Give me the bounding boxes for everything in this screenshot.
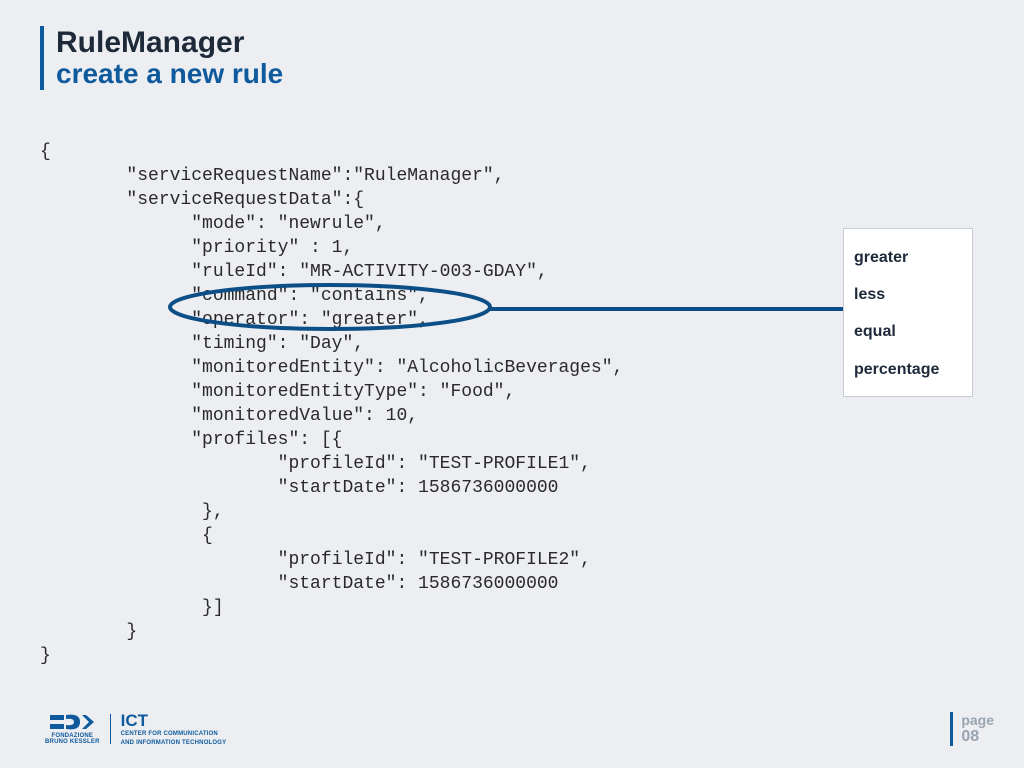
page-subtitle: create a new rule: [56, 59, 283, 90]
dept-sub-line2: AND INFORMATION TECHNOLOGY: [121, 740, 227, 746]
logo-separator: [110, 714, 111, 744]
operator-option: equal: [854, 313, 962, 350]
footer-logo: FONDAZIONE BRUNO KESSLER ICT CENTER FOR …: [45, 712, 226, 746]
page-title: RuleManager: [56, 26, 283, 59]
page-number: 08: [961, 728, 994, 746]
org-name-line2: BRUNO KESSLER: [45, 739, 100, 745]
operator-options-box: greater less equal percentage: [843, 228, 973, 397]
dept-block: ICT CENTER FOR COMMUNICATION AND INFORMA…: [121, 712, 227, 746]
dept-abbrev: ICT: [121, 712, 227, 729]
operator-option: percentage: [854, 351, 962, 388]
fbk-logo-icon: FONDAZIONE BRUNO KESSLER: [45, 713, 100, 746]
page-number-badge: page 08: [950, 712, 994, 746]
dept-sub-line1: CENTER FOR COMMUNICATION: [121, 731, 227, 737]
json-code-block: { "serviceRequestName":"RuleManager", "s…: [40, 140, 623, 668]
operator-option: less: [854, 276, 962, 313]
operator-option: greater: [854, 239, 962, 276]
title-block: RuleManager create a new rule: [40, 26, 283, 90]
page-label: page: [961, 712, 994, 728]
